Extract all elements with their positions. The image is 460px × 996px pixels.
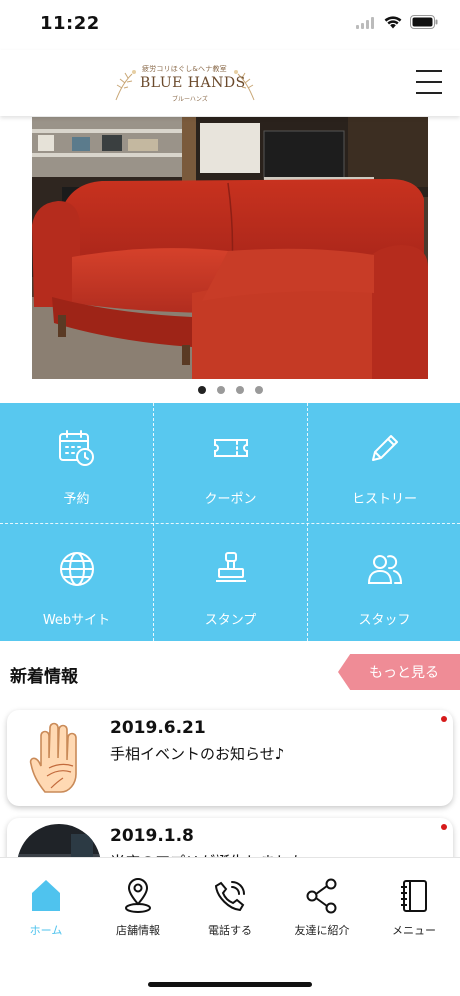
phone-icon [213, 876, 247, 916]
menu-label: スタッフ [358, 613, 411, 628]
news-section-header: 新着情報 もっと見る [0, 650, 460, 694]
tab-label: 店舗情報 [116, 924, 160, 937]
tab-label: ホーム [29, 924, 63, 937]
news-item[interactable]: 2019.6.21 手相イベントのお知らせ♪ [7, 710, 453, 806]
tab-home[interactable]: ホーム [0, 876, 92, 938]
tab-label: 電話する [208, 924, 252, 937]
calendar-clock-icon [57, 428, 97, 468]
hero-carousel-image[interactable] [32, 117, 428, 379]
people-icon [365, 549, 405, 589]
tab-menu[interactable]: メニュー [368, 876, 460, 938]
status-icons [356, 14, 438, 33]
menu-label: 予約 [63, 492, 90, 507]
status-bar: 11:22 [0, 0, 460, 50]
news-title: 新着情報 [10, 667, 78, 687]
app-header: 疲労コリほぐし&ヘナ教室 BLUE HANDS ブルーハンズ [0, 50, 460, 116]
menu-website[interactable]: Webサイト [0, 524, 153, 643]
pencil-icon [365, 428, 405, 468]
menu-history[interactable]: ヒストリー [308, 403, 460, 522]
menu-staff[interactable]: スタッフ [308, 524, 460, 643]
tab-call[interactable]: 電話する [184, 876, 276, 938]
blue-hands-logo[interactable]: 疲労コリほぐし&ヘナ教室 BLUE HANDS ブルーハンズ [112, 64, 258, 104]
tab-label: 友達に紹介 [294, 924, 350, 937]
globe-icon [57, 549, 97, 589]
menu-label: ヒストリー [351, 492, 417, 507]
menu-stamp[interactable]: スタンプ [154, 524, 307, 643]
palm-hand-image [17, 716, 101, 800]
tab-shop-info[interactable]: 店舗情報 [92, 876, 184, 938]
bottom-tab-bar: ホーム 店舗情報 電話する 友達に紹介 メニュー [0, 857, 460, 996]
ticket-icon [211, 428, 251, 468]
news-date: 2019.6.21 [110, 718, 206, 738]
menu-label: Webサイト [42, 613, 111, 628]
logo-tagline: 疲労コリほぐし&ヘナ教室 [142, 65, 227, 73]
logo-name: BLUE HANDS [140, 75, 246, 91]
carousel-dot-1[interactable] [197, 386, 206, 394]
unread-dot-icon [441, 716, 447, 722]
unread-dot-icon [441, 824, 447, 830]
carousel-dots [0, 386, 460, 398]
menu-reserve[interactable]: 予約 [0, 403, 153, 522]
share-icon [305, 876, 339, 916]
book-icon [399, 876, 429, 916]
home-indicator [148, 982, 312, 987]
map-pin-icon [123, 876, 153, 916]
carousel-dot-2[interactable] [216, 386, 225, 394]
tab-label: メニュー [392, 924, 436, 937]
news-text: 手相イベントのお知らせ♪ [110, 745, 285, 763]
see-more-button[interactable]: もっと見る [338, 654, 460, 690]
carousel-dot-3[interactable] [235, 386, 244, 394]
battery-icon [410, 14, 438, 33]
hamburger-icon[interactable] [416, 68, 442, 96]
menu-label: スタンプ [204, 613, 257, 628]
home-icon [31, 876, 61, 916]
logo-subname: ブルーハンズ [172, 96, 208, 103]
status-time: 11:22 [40, 13, 100, 34]
news-date: 2019.1.8 [110, 826, 194, 846]
wifi-icon [384, 14, 402, 33]
stamp-icon [211, 549, 251, 589]
tab-refer-friend[interactable]: 友達に紹介 [276, 876, 368, 938]
menu-grid: 予約 クーポン ヒストリー Webサイト スタンプ スタッフ [0, 403, 460, 641]
signal-icon [356, 14, 376, 33]
carousel-dot-4[interactable] [254, 386, 263, 394]
menu-coupon[interactable]: クーポン [154, 403, 307, 522]
menu-label: クーポン [204, 492, 257, 507]
